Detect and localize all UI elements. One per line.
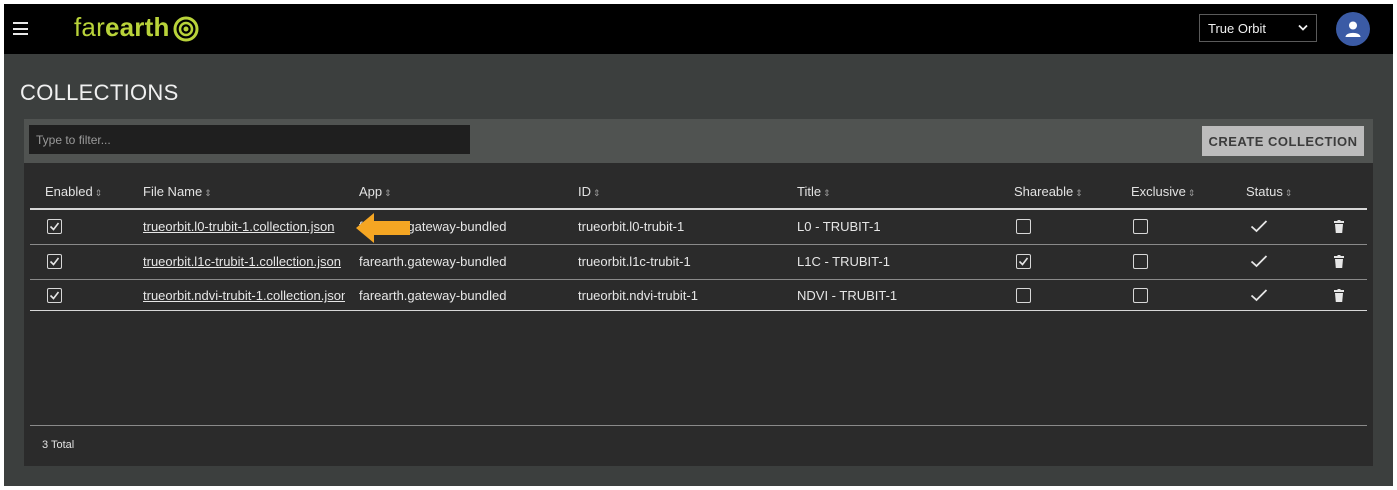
trash-icon[interactable] <box>1334 289 1344 302</box>
shareable-checkbox[interactable] <box>1016 288 1031 303</box>
top-bar: far earth True Orbit <box>4 4 1393 54</box>
header-label: Title <box>797 184 822 199</box>
title-cell: NDVI - TRUBIT-1 <box>797 288 898 303</box>
header-label: Shareable <box>1014 184 1074 199</box>
header-label: Exclusive <box>1131 184 1186 199</box>
spiral-logo-icon <box>173 16 199 41</box>
file-name-link[interactable]: trueorbit.ndvi-trubit-1.collection.json <box>143 288 345 303</box>
exclusive-checkbox[interactable] <box>1133 219 1148 234</box>
status-check-icon <box>1250 220 1268 233</box>
sort-icon: ⇕ <box>1187 188 1196 198</box>
title-cell: L0 - TRUBIT-1 <box>797 219 881 234</box>
shareable-checkbox[interactable] <box>1016 219 1031 234</box>
checkmark-icon <box>49 291 60 300</box>
logo-earth-text: earth <box>104 11 170 42</box>
total-count: 3 Total <box>42 439 75 451</box>
logo-far-text: far <box>74 11 105 42</box>
enabled-checkbox[interactable] <box>47 288 62 303</box>
header-enabled[interactable]: Enabled ⇕ <box>45 184 102 199</box>
exclusive-checkbox[interactable] <box>1133 288 1148 303</box>
file-name-link[interactable]: trueorbit.l0-trubit-1.collection.json <box>143 219 345 234</box>
chevron-down-icon <box>1298 24 1308 31</box>
header-label: File Name <box>143 184 203 199</box>
filter-input[interactable] <box>29 125 470 154</box>
user-icon <box>1345 21 1361 37</box>
id-cell: trueorbit.l0-trubit-1 <box>578 219 685 234</box>
header-label: Status <box>1246 184 1283 199</box>
app-cell: farearth.gateway-bundled <box>359 254 507 269</box>
header-app[interactable]: App ⇕ <box>359 184 392 199</box>
collections-panel: CREATE COLLECTION Enabled⇕ File Name⇕ Ap… <box>24 119 1373 466</box>
sort-icon: ⇕ <box>1075 188 1083 198</box>
page-title: COLLECTIONS <box>20 80 179 105</box>
checkmark-icon <box>49 257 60 266</box>
id-cell: trueorbit.l1c-trubit-1 <box>578 254 691 269</box>
header-title[interactable]: Title ⇕ <box>797 184 831 199</box>
id-cell: trueorbit.ndvi-trubit-1 <box>578 288 698 303</box>
header-status[interactable]: Status ⇕ <box>1246 184 1292 199</box>
trash-icon[interactable] <box>1334 255 1344 268</box>
table-row: trueorbit.ndvi-trubit-1.collection.json … <box>24 279 1373 313</box>
file-name-link[interactable]: trueorbit.l1c-trubit-1.collection.json <box>143 254 345 269</box>
sort-icon: ⇕ <box>1284 188 1293 198</box>
header-label: Enabled <box>45 184 93 199</box>
organization-select[interactable]: True Orbit <box>1199 14 1317 42</box>
annotation-arrow-icon <box>356 213 410 243</box>
header-shareable[interactable]: Shareable ⇕ <box>1014 184 1083 199</box>
footer-divider <box>30 425 1367 426</box>
hamburger-menu-icon[interactable] <box>13 22 28 35</box>
sort-icon: ⇕ <box>204 188 212 198</box>
header-file-name[interactable]: File Name ⇕ <box>143 184 212 199</box>
exclusive-checkbox[interactable] <box>1133 254 1148 269</box>
header-label: ID <box>578 184 591 199</box>
checkmark-icon <box>1018 257 1029 266</box>
sort-icon: ⇕ <box>593 188 601 198</box>
create-collection-button[interactable]: CREATE COLLECTION <box>1202 126 1364 156</box>
sort-icon: ⇕ <box>94 188 103 198</box>
header-label: App <box>359 184 383 199</box>
header-id[interactable]: ID ⇕ <box>578 184 601 199</box>
trash-icon[interactable] <box>1334 220 1344 233</box>
title-cell: L1C - TRUBIT-1 <box>797 254 890 269</box>
header-exclusive[interactable]: Exclusive ⇕ <box>1131 184 1195 199</box>
table-row: trueorbit.l0-trubit-1.collection.json fa… <box>24 210 1373 244</box>
organization-select-value: True Orbit <box>1208 20 1267 36</box>
sort-icon: ⇕ <box>823 188 831 198</box>
row-divider <box>30 310 1367 311</box>
checkmark-icon <box>49 222 60 231</box>
logo[interactable]: far earth <box>74 12 199 42</box>
shareable-checkbox[interactable] <box>1016 254 1031 269</box>
sort-icon: ⇕ <box>384 188 392 198</box>
status-check-icon <box>1250 289 1268 302</box>
app-cell: farearth.gateway-bundled <box>359 288 507 303</box>
table-row: trueorbit.l1c-trubit-1.collection.json f… <box>24 245 1373 279</box>
status-check-icon <box>1250 255 1268 268</box>
user-avatar[interactable] <box>1336 12 1370 46</box>
enabled-checkbox[interactable] <box>47 254 62 269</box>
enabled-checkbox[interactable] <box>47 219 62 234</box>
panel-toolbar: CREATE COLLECTION <box>24 119 1373 163</box>
